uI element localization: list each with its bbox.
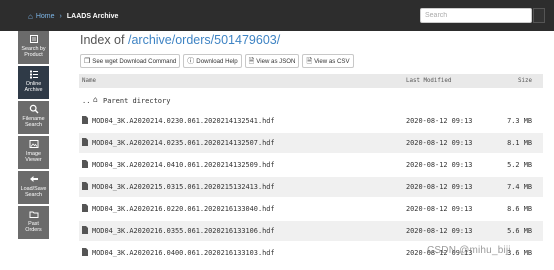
file-size: 3.6 MB xyxy=(507,249,532,257)
breadcrumb-separator-icon: › xyxy=(59,12,62,20)
file-size: 5.2 MB xyxy=(507,161,532,169)
breadcrumb: ⌂ Home › LAADS Archive xyxy=(28,10,118,22)
search-by-product-icon xyxy=(29,35,38,43)
file-size: 7.3 MB xyxy=(507,117,532,125)
file-modified: 2020-08-12 09:13 xyxy=(406,117,473,125)
table-row[interactable]: MOD04_3K.A2020214.0410.061.2020214132509… xyxy=(79,155,543,175)
sidebar-item-image-viewer[interactable]: Image Viewer xyxy=(18,136,49,169)
view-json-label: View as JSON xyxy=(256,57,296,65)
parent-dots: .. xyxy=(82,97,91,105)
table-row[interactable]: MOD04_3K.A2020214.0235.061.2020214132507… xyxy=(79,133,543,153)
table-row[interactable]: MOD04_3K.A2020216.0220.061.2020216133040… xyxy=(79,199,543,219)
file-icon xyxy=(82,160,88,168)
image-icon xyxy=(29,140,38,148)
list-icon xyxy=(29,70,38,79)
reply-icon xyxy=(29,176,38,182)
file-modified: 2020-08-12 09:13 xyxy=(406,205,473,213)
search-button[interactable] xyxy=(533,8,545,23)
magnifier-icon xyxy=(29,104,38,114)
file-icon xyxy=(82,138,88,146)
column-header-name[interactable]: Name xyxy=(82,78,96,84)
file-icon xyxy=(82,226,88,234)
main-content: Index of /archive/orders/501479603/ ❐ Se… xyxy=(68,31,554,270)
sidebar-item-load-save-search[interactable]: Load/Save Search xyxy=(18,171,49,204)
table-row[interactable]: MOD04_3K.A2020214.0230.061.2020214132541… xyxy=(79,111,543,131)
view-json-button[interactable]: 🗎 View as JSON xyxy=(244,54,300,68)
watermark: CSDN @mihu_biji xyxy=(427,245,511,256)
file-modified: 2020-08-12 09:13 xyxy=(406,139,473,147)
sidebar-item-past-orders[interactable]: Past Orders xyxy=(18,206,49,239)
column-header-size[interactable]: Size xyxy=(518,78,532,84)
download-help-label: Download Help xyxy=(196,57,238,65)
folder-icon xyxy=(29,211,38,218)
sidebar-item-label: Search xyxy=(24,192,43,198)
toolbar: ❐ See wget Download Command ⓘ Download H… xyxy=(80,54,354,68)
sidebar-item-search-by-product[interactable]: Search by Product xyxy=(18,31,49,64)
table-row[interactable]: MOD04_3K.A2020215.0315.061.2020215132413… xyxy=(79,177,543,197)
sidebar-item-online-archive[interactable]: Online Archive xyxy=(18,66,49,99)
search-input[interactable] xyxy=(420,8,532,23)
file-name-link[interactable]: MOD04_3K.A2020216.0355.061.2020216133106… xyxy=(92,227,275,235)
breadcrumb-home-link[interactable]: Home xyxy=(36,13,55,20)
path-link-order-id[interactable]: 501479603 xyxy=(214,33,277,47)
file-size: 5.6 MB xyxy=(507,227,532,235)
parent-directory-row[interactable]: .. ⌂ Parent directory xyxy=(79,92,543,110)
path-link-archive[interactable]: archive xyxy=(131,33,171,47)
file-icon xyxy=(82,248,88,256)
document-icon: 🗎 xyxy=(248,57,255,65)
file-name-link[interactable]: MOD04_3K.A2020214.0230.061.2020214132541… xyxy=(92,117,275,125)
file-modified: 2020-08-12 09:13 xyxy=(406,227,473,235)
sidebar-item-label: Product xyxy=(24,52,43,58)
file-name-link[interactable]: MOD04_3K.A2020214.0235.061.2020214132507… xyxy=(92,139,275,147)
sidebar: Search by Product Online Archive Filenam… xyxy=(0,31,68,270)
table-row[interactable]: MOD04_3K.A2020216.0355.061.2020216133106… xyxy=(79,221,543,241)
column-header-modified[interactable]: Last Modified xyxy=(406,78,451,84)
info-icon: ⓘ xyxy=(187,57,195,65)
file-name-link[interactable]: MOD04_3K.A2020214.0410.061.2020214132509… xyxy=(92,161,275,169)
sidebar-item-label: Archive xyxy=(24,87,43,93)
file-icon xyxy=(82,204,88,212)
wget-command-label: See wget Download Command xyxy=(92,57,177,65)
parent-directory-link[interactable]: Parent directory xyxy=(103,97,170,105)
table-header: Name Last Modified Size xyxy=(79,74,543,88)
file-name-link[interactable]: MOD04_3K.A2020216.0220.061.2020216133040… xyxy=(92,205,275,213)
home-icon[interactable]: ⌂ xyxy=(28,12,33,21)
sidebar-item-filename-search[interactable]: Filename Search xyxy=(18,101,49,134)
sidebar-item-label: Orders xyxy=(25,227,42,233)
wget-command-button[interactable]: ❐ See wget Download Command xyxy=(80,54,181,68)
breadcrumb-current[interactable]: LAADS Archive xyxy=(67,13,118,20)
view-csv-button[interactable]: 🗎 View as CSV xyxy=(302,54,354,68)
file-icon xyxy=(82,116,88,124)
file-size: 7.4 MB xyxy=(507,183,532,191)
file-modified: 2020-08-12 09:13 xyxy=(406,161,473,169)
path-link-orders[interactable]: orders xyxy=(175,33,210,47)
file-modified: 2020-08-12 09:13 xyxy=(406,183,473,191)
sidebar-item-label: Viewer xyxy=(25,157,42,163)
page-title: Index of /archive/orders/501479603/ xyxy=(80,33,280,47)
document-icon: 🗎 xyxy=(306,57,313,65)
view-csv-label: View as CSV xyxy=(314,57,350,65)
index-prefix: Index of xyxy=(80,33,125,47)
file-icon xyxy=(82,182,88,190)
home-icon: ⌂ xyxy=(93,95,98,104)
file-name-link[interactable]: MOD04_3K.A2020216.0400.061.2020216133103… xyxy=(92,249,275,257)
top-bar: ⌂ Home › LAADS Archive xyxy=(0,0,554,31)
file-size: 8.1 MB xyxy=(507,139,532,147)
download-help-button[interactable]: ⓘ Download Help xyxy=(183,54,242,68)
copy-icon: ❐ xyxy=(84,57,91,65)
sidebar-item-label: Search xyxy=(24,122,43,128)
file-name-link[interactable]: MOD04_3K.A2020215.0315.061.2020215132413… xyxy=(92,183,275,191)
path-separator: / xyxy=(276,33,281,47)
file-size: 8.6 MB xyxy=(507,205,532,213)
